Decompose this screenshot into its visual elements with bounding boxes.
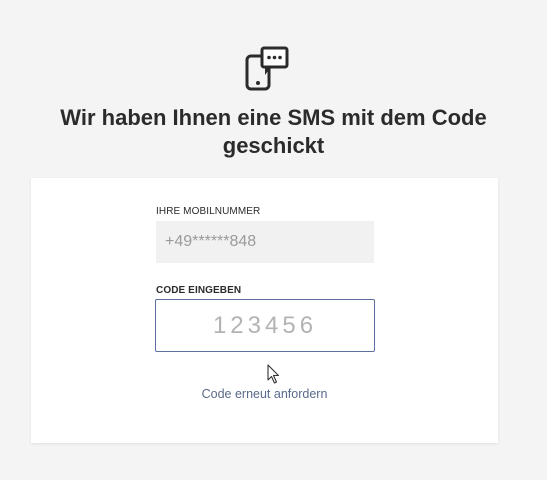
verification-card: IHRE MOBILNUMMER CODE EINGEBEN Code erne… xyxy=(31,178,498,443)
phone-number-field xyxy=(156,221,374,263)
resend-code-link[interactable]: Code erneut anfordern xyxy=(31,387,498,401)
mouse-pointer-icon xyxy=(267,364,280,384)
code-input[interactable] xyxy=(155,299,375,352)
sms-phone-icon xyxy=(245,46,289,91)
page-title: Wir haben Ihnen eine SMS mit dem Code ge… xyxy=(60,105,487,158)
code-label: CODE EINGEBEN xyxy=(156,285,242,296)
sms-verification-page: Wir haben Ihnen eine SMS mit dem Code ge… xyxy=(0,0,547,480)
phone-number-label: IHRE MOBILNUMMER xyxy=(156,206,261,217)
